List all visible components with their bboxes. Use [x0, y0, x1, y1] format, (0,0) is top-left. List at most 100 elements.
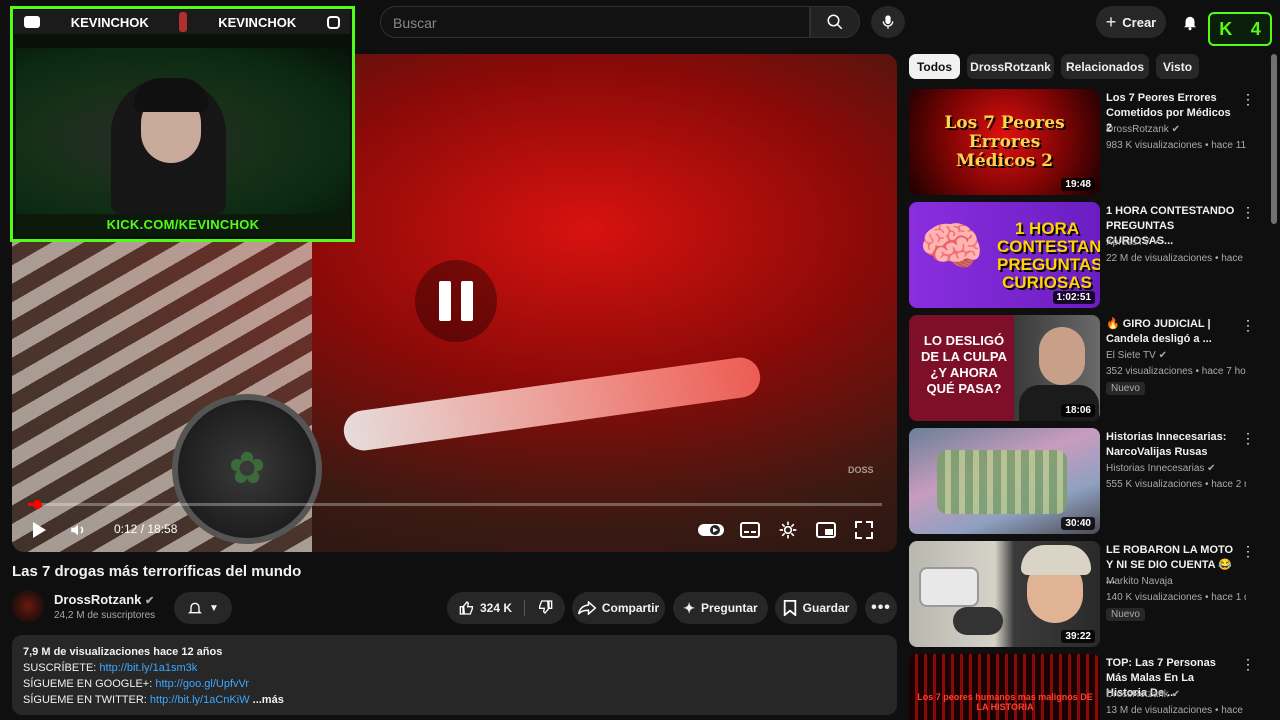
description-link[interactable]: http://bit.ly/1a1sm3k: [99, 662, 197, 674]
more-vertical-icon[interactable]: ⋮: [1241, 317, 1255, 334]
video-thumbnail[interactable]: LO DESLIGÓ DE LA CULPA ¿Y AHORA QUÉ PASA…: [909, 315, 1100, 421]
more-vertical-icon[interactable]: ⋮: [1241, 543, 1255, 560]
miniplayer-button[interactable]: [812, 516, 840, 544]
more-vertical-icon[interactable]: ⋮: [1241, 656, 1255, 673]
streamer-hair: [134, 78, 208, 112]
recommendation-channel: DrossRotzank ✔: [1106, 124, 1180, 135]
share-button[interactable]: Compartir: [572, 592, 665, 624]
settings-button[interactable]: [774, 516, 802, 544]
ask-label: Preguntar: [701, 601, 758, 615]
search-input[interactable]: Buscar: [380, 6, 810, 38]
subscription-bell-button[interactable]: ▼: [174, 592, 232, 624]
fullscreen-icon: [855, 521, 873, 539]
recommendation-item[interactable]: 30:40 Historias Innecesarias: NarcoValij…: [909, 428, 1269, 536]
progress-scrubber[interactable]: [32, 500, 42, 509]
pause-icon-bar-left: [439, 281, 451, 321]
thumbnail-text: 1 HORA CONTESTANDO PREGUNTAS CURIOSAS: [997, 219, 1100, 292]
chip-drossrotzank[interactable]: DrossRotzank: [967, 54, 1054, 79]
like-dislike-group: 324 K: [447, 592, 565, 624]
overlay-name-left: KEVINCHOK: [70, 14, 149, 30]
channel-avatar[interactable]: [12, 590, 44, 622]
share-label: Compartir: [601, 601, 660, 615]
bottle-icon: [179, 12, 188, 32]
subscriber-count: 24,2 M de suscriptores: [54, 610, 156, 621]
verified-icon: ✔: [145, 595, 155, 607]
description-link[interactable]: http://bit.ly/1aCnKiW: [150, 694, 250, 706]
duration-badge: 19:48: [1061, 178, 1095, 191]
subtitles-button[interactable]: [736, 516, 764, 544]
autoplay-toggle[interactable]: [696, 516, 726, 544]
video-thumbnail[interactable]: 30:40: [909, 428, 1100, 534]
channel-name-text: DrossRotzank: [54, 592, 142, 607]
fullscreen-button[interactable]: [850, 516, 878, 544]
recommendation-item[interactable]: Los 7 Peores Errores Médicos 2 19:48 Los…: [909, 89, 1269, 197]
stream-overlay-header: KEVINCHOK KEVINCHOK: [14, 10, 350, 34]
video-thumbnail[interactable]: 39:22: [909, 541, 1100, 647]
microphone-icon: [882, 15, 894, 29]
save-button[interactable]: Guardar: [775, 592, 857, 624]
description-line: SÍGUEME EN TWITTER: http://bit.ly/1aCnKi…: [23, 694, 284, 706]
recommendation-channel: El Siete TV ✔: [1106, 350, 1168, 361]
recommendation-meta: 983 K visualizaciones • hace 11 ...: [1106, 140, 1246, 151]
chip-relacionados[interactable]: Relacionados: [1061, 54, 1149, 79]
verified-icon: ✔: [1158, 350, 1168, 361]
kick-widget: K 4: [1208, 12, 1272, 46]
dislike-button[interactable]: [531, 599, 553, 618]
video-thumbnail[interactable]: Los 7 peores humanos mas malignos DE LA …: [909, 654, 1100, 720]
recommendation-channel: XpressTV ✔: [1106, 237, 1162, 248]
webcam-feed: [16, 48, 350, 214]
ask-button[interactable]: ✦ Preguntar: [673, 592, 768, 624]
pause-button[interactable]: [415, 260, 497, 342]
description-line: SÍGUEME EN GOOGLE+: http://goo.gl/UpfvVr: [23, 678, 250, 690]
recommendation-item[interactable]: Los 7 peores humanos mas malignos DE LA …: [909, 654, 1269, 720]
show-more-link[interactable]: ...más: [253, 694, 284, 706]
person-hair: [1021, 545, 1091, 575]
recommendation-meta: 555 K visualizaciones • hace 2 m...: [1106, 479, 1246, 490]
subtitles-icon: [740, 522, 760, 538]
car-shape: [919, 567, 979, 607]
video-thumbnail[interactable]: Los 7 Peores Errores Médicos 2 19:48: [909, 89, 1100, 195]
verified-icon: ✔: [1207, 463, 1216, 474]
more-actions-button[interactable]: •••: [865, 592, 897, 624]
description-line: SUSCRÍBETE: http://bit.ly/1a1sm3k: [23, 662, 198, 674]
description-box[interactable]: 7,9 M de visualizaciones hace 12 años SU…: [12, 635, 897, 715]
recommendation-item[interactable]: 🧠 1 HORA CONTESTANDO PREGUNTAS CURIOSAS …: [909, 202, 1269, 310]
create-label: Crear: [1122, 14, 1157, 30]
time-display: 0:12 / 18:58: [114, 522, 178, 536]
overlay-name-right: KEVINCHOK: [218, 14, 297, 30]
verified-icon: ✔: [1152, 237, 1162, 248]
recommendation-item[interactable]: LO DESLIGÓ DE LA CULPA ¿Y AHORA QUÉ PASA…: [909, 315, 1269, 423]
recommendation-meta: 140 K visualizaciones • hace 1 día: [1106, 592, 1246, 603]
play-button[interactable]: [26, 516, 52, 544]
chip-visto[interactable]: Visto: [1156, 54, 1199, 79]
video-thumbnail[interactable]: 🧠 1 HORA CONTESTANDO PREGUNTAS CURIOSAS …: [909, 202, 1100, 308]
kick-counter: 4: [1250, 18, 1261, 39]
more-vertical-icon[interactable]: ⋮: [1241, 430, 1255, 447]
chip-todos[interactable]: Todos: [909, 54, 960, 79]
sidebar-scrollbar[interactable]: [1271, 54, 1277, 224]
recommendation-channel: Markito Navaja: [1106, 576, 1173, 587]
volume-button[interactable]: [64, 516, 92, 544]
recommendation-item[interactable]: 39:22 LE ROBARON LA MOTO Y NI SE DIO CUE…: [909, 541, 1269, 649]
search-button[interactable]: [810, 6, 860, 38]
create-button[interactable]: + Crear: [1096, 6, 1166, 38]
like-button[interactable]: 324 K: [459, 600, 526, 616]
description-link[interactable]: http://goo.gl/UpfvVr: [155, 678, 249, 690]
more-vertical-icon[interactable]: ⋮: [1241, 91, 1255, 108]
youtube-icon: [24, 16, 40, 28]
description-stats: 7,9 M de visualizaciones hace 12 años: [23, 646, 223, 658]
instagram-icon: [326, 15, 340, 29]
progress-bar[interactable]: [28, 503, 882, 506]
voice-search-button[interactable]: [871, 6, 905, 38]
recommendation-meta: 352 visualizaciones • hace 7 horas: [1106, 366, 1246, 377]
more-horizontal-icon: •••: [871, 599, 891, 616]
search-icon: [827, 14, 843, 30]
channel-name[interactable]: DrossRotzank ✔: [54, 592, 154, 607]
more-vertical-icon[interactable]: ⋮: [1241, 204, 1255, 221]
person-face: [1039, 327, 1085, 385]
sparkle-icon: ✦: [683, 599, 696, 616]
verified-icon: ✔: [1171, 689, 1180, 700]
recommendation-meta: 13 M de visualizaciones • hace 5 ...: [1106, 705, 1246, 716]
thumbnail-text: LO DESLIGÓ DE LA CULPA ¿Y AHORA QUÉ PASA…: [921, 333, 1007, 396]
notifications-button[interactable]: [1176, 6, 1204, 38]
